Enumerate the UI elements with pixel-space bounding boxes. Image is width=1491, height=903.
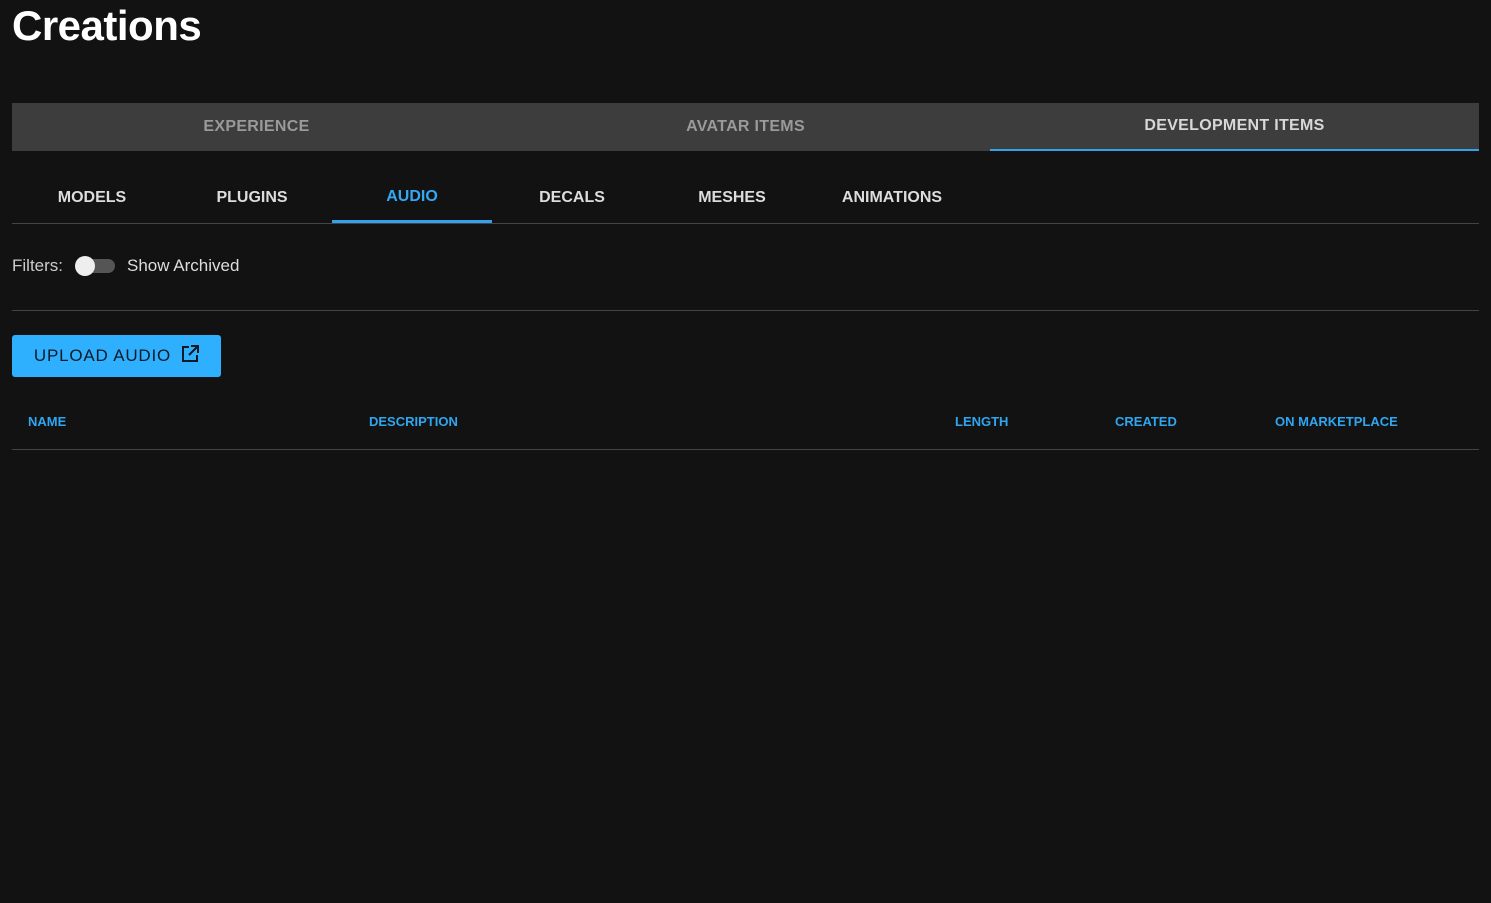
table-header: NAME DESCRIPTION LENGTH CREATED ON MARKE… [12,400,1479,450]
tab-plugins[interactable]: PLUGINS [172,173,332,223]
tab-meshes[interactable]: MESHES [652,173,812,223]
divider [12,310,1479,311]
external-link-icon [181,344,200,368]
column-name[interactable]: NAME [28,414,66,429]
toggle-knob [75,256,95,276]
tab-avatar-items[interactable]: AVATAR ITEMS [501,103,990,151]
filters-bar: Filters: Show Archived [12,256,239,276]
upload-audio-button[interactable]: UPLOAD AUDIO [12,335,221,377]
tab-development-items[interactable]: DEVELOPMENT ITEMS [990,103,1479,151]
show-archived-label[interactable]: Show Archived [127,256,239,276]
show-archived-toggle[interactable] [75,256,115,276]
category-tabs: EXPERIENCE AVATAR ITEMS DEVELOPMENT ITEM… [12,103,1479,151]
column-description[interactable]: DESCRIPTION [369,414,458,429]
filters-label: Filters: [12,256,63,275]
asset-type-tabs: MODELS PLUGINS AUDIO DECALS MESHES ANIMA… [12,173,1479,224]
tab-experience[interactable]: EXPERIENCE [12,103,501,151]
column-on-marketplace[interactable]: ON MARKETPLACE [1275,414,1398,429]
column-length[interactable]: LENGTH [955,414,1008,429]
tab-audio[interactable]: AUDIO [332,173,492,223]
page-title: Creations [12,2,202,49]
tab-animations[interactable]: ANIMATIONS [812,173,972,223]
tab-models[interactable]: MODELS [12,173,172,223]
column-created[interactable]: CREATED [1115,414,1177,429]
upload-audio-label: UPLOAD AUDIO [33,346,172,365]
tab-decals[interactable]: DECALS [492,173,652,223]
